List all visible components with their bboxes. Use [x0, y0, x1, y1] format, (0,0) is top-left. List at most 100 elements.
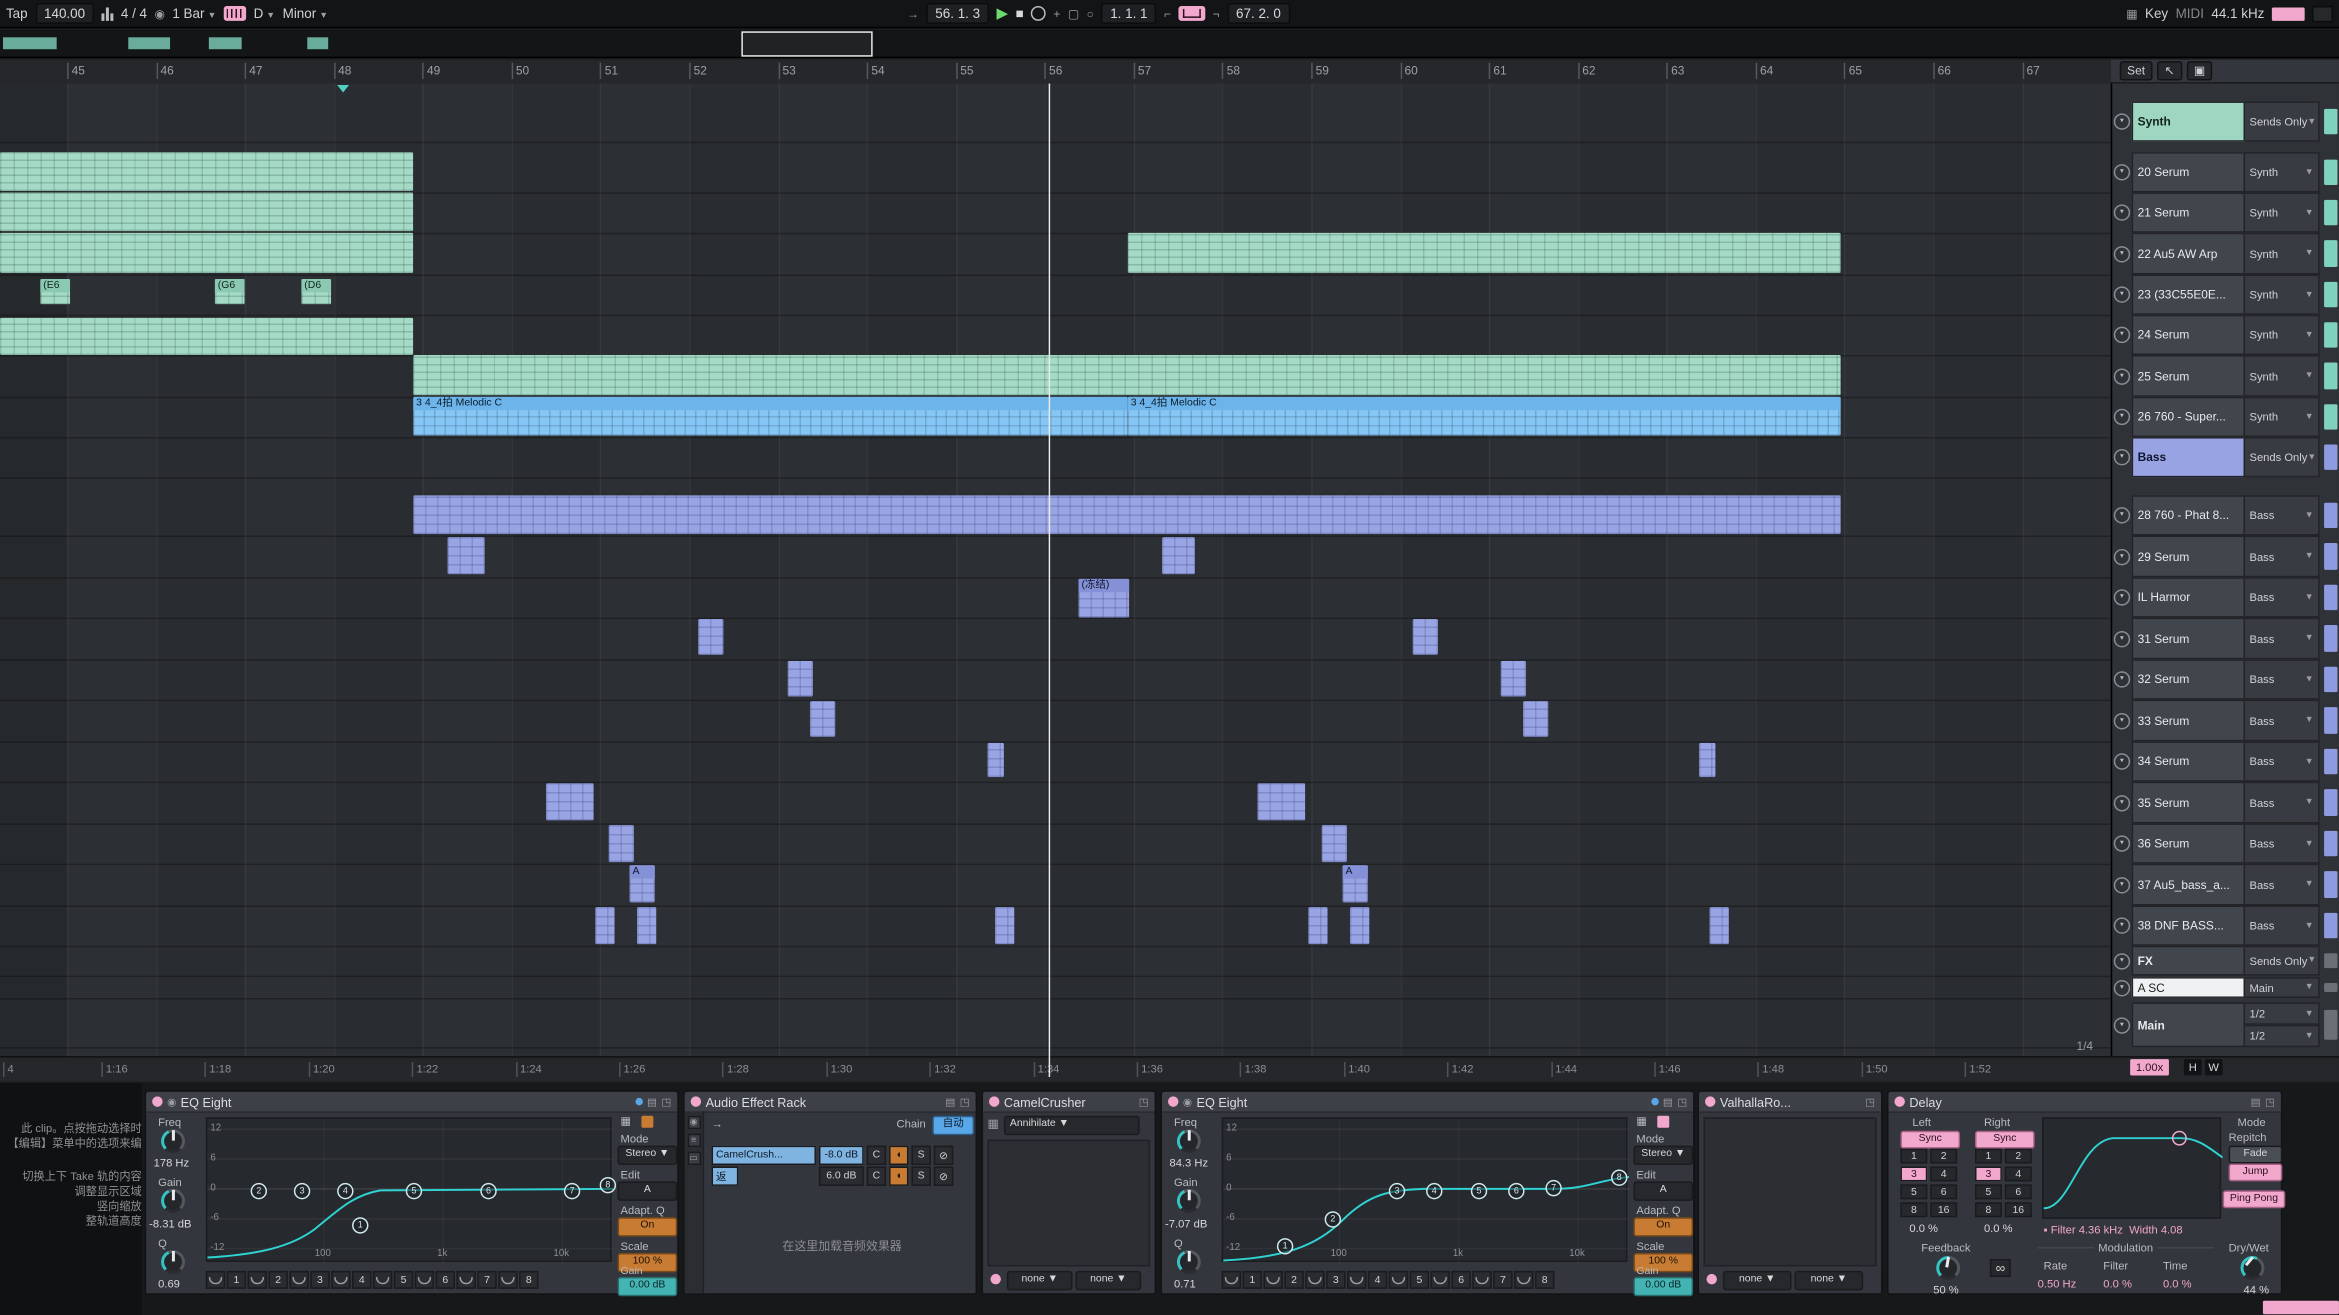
device-audio-effect-rack[interactable]: Audio Effect Rack ▤ ◳ ◉ ≡ ▭ → Chain 自动 C…: [683, 1090, 977, 1294]
delay-filter-display[interactable]: [2042, 1117, 2221, 1218]
plugin-window-icon[interactable]: ◳: [1865, 1096, 1875, 1108]
bar-number[interactable]: 46: [156, 63, 174, 79]
ping-pong-button[interactable]: Ping Pong: [2223, 1190, 2286, 1208]
scale-keyboard-icon[interactable]: [224, 6, 246, 21]
midi-clip[interactable]: A: [1343, 865, 1368, 902]
track-row[interactable]: ▾IL HarmorBass▼: [2112, 577, 2339, 617]
bar-number[interactable]: 51: [600, 63, 618, 79]
track-name[interactable]: 32 Serum: [2132, 659, 2245, 699]
midi-clip[interactable]: [1258, 783, 1306, 820]
beat-division-cell[interactable]: 16: [1930, 1202, 1957, 1217]
loop-length-display[interactable]: 67. 2. 0: [1227, 3, 1290, 24]
bar-number[interactable]: 67: [2022, 63, 2040, 79]
adaptq-toggle[interactable]: On: [1633, 1217, 1693, 1236]
midi-clip[interactable]: [1413, 619, 1438, 655]
bar-ruler[interactable]: 4546474849505152535455565758596061626364…: [0, 60, 2111, 85]
eq-band-node[interactable]: 2: [1325, 1211, 1341, 1227]
bar-number[interactable]: 56: [1045, 63, 1063, 79]
bar-number[interactable]: 57: [1133, 63, 1151, 79]
midi-clip[interactable]: [1350, 907, 1369, 944]
device-valhalla[interactable]: ValhallaRo... ◳ none ▼ none ▼: [1698, 1090, 1883, 1294]
track-routing[interactable]: Synth▼: [2245, 233, 2320, 275]
track-row[interactable]: ▾38 DNF BASS...Bass▼: [2112, 905, 2339, 945]
device-camelcrusher[interactable]: CamelCrusher ◳ ▦ Annihilate ▼ none ▼ non…: [982, 1090, 1157, 1294]
band-enable-button[interactable]: 1: [227, 1271, 246, 1289]
device-on-toggle[interactable]: [989, 1096, 999, 1106]
sidechain-source-2[interactable]: none ▼: [1795, 1271, 1864, 1290]
insert-marker[interactable]: [337, 85, 349, 92]
device-delay[interactable]: Delay ▤ ◳ Left Right Sync Sync 0.0 % 0.0…: [1887, 1090, 2282, 1294]
track-fold-icon[interactable]: ▾: [2112, 946, 2131, 976]
tap-tempo-button[interactable]: Tap: [6, 6, 28, 21]
save-preset-icon[interactable]: ▤: [2251, 1096, 2261, 1108]
edit-ab-button[interactable]: A: [1633, 1181, 1693, 1200]
output-gain-value[interactable]: 0.00 dB: [618, 1277, 678, 1296]
eq-band-node[interactable]: 4: [1426, 1183, 1442, 1199]
device-on-toggle[interactable]: [691, 1096, 701, 1106]
sync-button-left[interactable]: Sync: [1900, 1131, 1960, 1149]
track-fold-icon[interactable]: ▾: [2112, 659, 2131, 699]
beat-division-cell[interactable]: 4: [2005, 1167, 2032, 1182]
track-row[interactable]: ▾35 SerumBass▼: [2112, 782, 2339, 824]
sidechain-source-2[interactable]: none ▼: [1076, 1271, 1142, 1290]
set-button[interactable]: Set: [2120, 61, 2153, 80]
track-name[interactable]: 37 Au5_bass_a...: [2132, 864, 2245, 906]
bar-number[interactable]: 45: [67, 63, 85, 79]
track-routing[interactable]: 1/2▼: [2245, 1025, 2320, 1047]
headphone-icon[interactable]: ◉: [1183, 1096, 1192, 1108]
track-row[interactable]: ▾37 Au5_bass_a...Bass▼: [2112, 864, 2339, 906]
midi-clip[interactable]: [1501, 661, 1526, 697]
track-row[interactable]: ▾SynthSends Only▼: [2112, 101, 2339, 141]
overview-view-rectangle[interactable]: [741, 31, 872, 56]
track-routing[interactable]: Synth▼: [2245, 152, 2320, 192]
mode-selector[interactable]: Stereo ▼: [618, 1146, 678, 1165]
bar-number[interactable]: 52: [689, 63, 707, 79]
bar-number[interactable]: 53: [778, 63, 796, 79]
gain-value[interactable]: -8.31 dB: [149, 1217, 191, 1230]
freq-value[interactable]: 84.3 Hz: [1169, 1156, 1208, 1169]
track-name[interactable]: 22 Au5 AW Arp: [2132, 233, 2245, 275]
chain-volume[interactable]: 6.0 dB: [819, 1167, 864, 1186]
mod-rate-value[interactable]: 0.50 Hz: [2038, 1277, 2077, 1290]
midi-clip[interactable]: [0, 318, 413, 355]
follow-icon[interactable]: →: [907, 7, 919, 20]
device-eq-eight-1[interactable]: ◉EQ Eight▤◳Freq178 HzGain-8.31 dBQ0.6912…: [145, 1090, 679, 1294]
hot-swap-icon[interactable]: ◳: [960, 1096, 970, 1108]
track-routing[interactable]: Sends Only▼: [2245, 437, 2320, 477]
freq-knob[interactable]: [1177, 1129, 1201, 1153]
tempo-display[interactable]: 140.00: [35, 3, 94, 24]
q-knob[interactable]: [1177, 1250, 1201, 1274]
track-name[interactable]: 25 Serum: [2132, 355, 2245, 397]
track-routing[interactable]: Bass▼: [2245, 782, 2320, 824]
mode-selector[interactable]: Stereo ▼: [1633, 1146, 1693, 1165]
gain-knob[interactable]: [161, 1189, 185, 1213]
devices-view-icon[interactable]: ▭: [687, 1152, 700, 1165]
track-row[interactable]: ▾23 (33C55E0E...Synth▼: [2112, 274, 2339, 314]
midi-clip[interactable]: [1308, 907, 1327, 944]
midi-clip[interactable]: (冻结): [1078, 579, 1129, 618]
midi-clip[interactable]: [988, 743, 1004, 777]
stop-button[interactable]: ■: [1015, 6, 1023, 21]
eq-band-node[interactable]: 3: [294, 1183, 310, 1199]
bar-number[interactable]: 66: [1933, 63, 1951, 79]
midi-clip[interactable]: [413, 355, 1841, 395]
band-enable-button[interactable]: 4: [352, 1271, 371, 1289]
band-enable-button[interactable]: 7: [477, 1271, 496, 1289]
chain-pan[interactable]: C: [867, 1167, 886, 1186]
band-enable-button[interactable]: 3: [1326, 1271, 1345, 1289]
track-row[interactable]: ▾34 SerumBass▼: [2112, 741, 2339, 781]
bar-number[interactable]: 48: [334, 63, 352, 79]
zoom-height-button[interactable]: H: [2184, 1059, 2202, 1075]
offset-left[interactable]: 0.0 %: [1909, 1222, 1938, 1235]
track-name[interactable]: 23 (33C55E0E...: [2132, 274, 2245, 314]
track-routing[interactable]: Synth▼: [2245, 315, 2320, 355]
midi-clip[interactable]: [1523, 701, 1548, 737]
groove-icon[interactable]: ◉: [154, 7, 164, 20]
track-fold-icon[interactable]: ▾: [2112, 864, 2131, 906]
midi-clip[interactable]: [788, 661, 813, 697]
track-name[interactable]: 24 Serum: [2132, 315, 2245, 355]
track-fold-icon[interactable]: ▾: [2112, 495, 2131, 535]
chain-name[interactable]: CamelCrush...: [712, 1146, 816, 1165]
session-grid-icon[interactable]: ▦: [2126, 7, 2137, 20]
band-enable-button[interactable]: 5: [394, 1271, 413, 1289]
